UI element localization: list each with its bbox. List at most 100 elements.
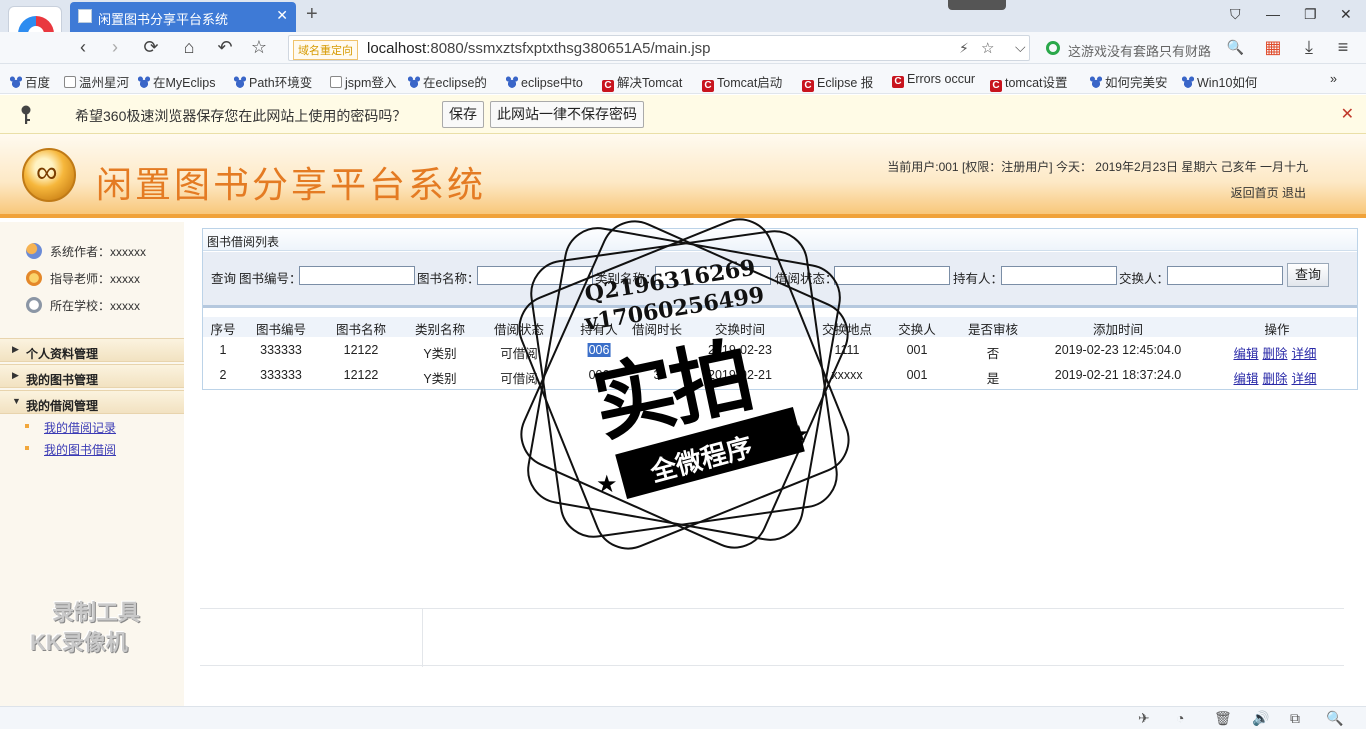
close-window-button[interactable]: ✕ — [1340, 6, 1352, 23]
edit-link[interactable]: 编辑 — [1233, 372, 1258, 386]
clock-icon — [26, 297, 42, 313]
bookmark-star-icon[interactable]: ☆ — [981, 39, 994, 57]
browser-tab[interactable]: 闲置图书分享平台系统 ✕ — [70, 2, 296, 32]
recorder-line-1: 录制工具 — [52, 600, 141, 625]
detail-link[interactable]: 详细 — [1292, 347, 1317, 361]
skin-icon[interactable]: ⛉ — [1230, 6, 1241, 23]
url-dropdown-icon[interactable]: ⌵ — [1015, 39, 1026, 56]
never-save-password-button[interactable]: 此网站一律不保存密码 — [490, 101, 644, 128]
table-cell-category: Y类别 — [423, 372, 457, 386]
group-label: 我的图书管理 — [26, 373, 99, 387]
book-code-label: 图书编号： — [239, 272, 302, 286]
tab-close-icon[interactable]: ✕ — [276, 7, 288, 24]
borrow-status-label: 借阅状态： — [775, 272, 838, 286]
bookmark-item[interactable]: Ctomcat设置 — [990, 72, 1068, 92]
search-box[interactable]: 这游戏没有套路只有财路 🔍 — [1040, 35, 1250, 61]
page-icon — [330, 76, 342, 88]
row-actions: 编辑 删除 详细 — [1233, 343, 1320, 362]
speed-icon[interactable]: ◔ — [1176, 710, 1184, 726]
bookmark-item[interactable]: C 解决Tomcat — [602, 72, 682, 92]
delete-link[interactable]: 删除 — [1262, 372, 1287, 386]
page-icon — [64, 76, 76, 88]
apps-grid-icon[interactable]: ▦ — [1262, 37, 1284, 58]
browser-tab-bar: 闲置图书分享平台系统 ✕ + ⛉ — ❐ ✕ — [0, 0, 1366, 60]
bookmark-item[interactable]: Win10如何 — [1182, 72, 1257, 91]
new-tab-button[interactable]: + — [306, 3, 318, 26]
search-icon[interactable]: 🔍 — [1227, 39, 1244, 56]
download-icon[interactable]: ⤓ — [1298, 37, 1320, 58]
sidebar-item-book-borrowing[interactable]: 我的图书借阅 — [24, 441, 116, 458]
bookmark-item[interactable]: 温州星河 — [64, 72, 129, 91]
category-input[interactable] — [655, 266, 771, 285]
url-input[interactable]: 域名重定向 localhost:8080/ssmxztsfxptxthsg380… — [288, 35, 1030, 61]
speed-mode-icon[interactable]: ⚡ — [959, 40, 969, 57]
sidebar-group-books[interactable]: ▶ 我的图书管理 — [0, 364, 184, 388]
bookmark-item[interactable]: 在eclipse的 — [408, 72, 487, 91]
borrow-status-input[interactable] — [834, 266, 950, 285]
bookmark-label: Errors occur — [907, 72, 976, 86]
paw-icon — [506, 76, 518, 88]
query-button[interactable]: 查询 — [1287, 263, 1329, 287]
volume-icon[interactable]: 🔊 — [1252, 710, 1269, 727]
redirect-badge[interactable]: 域名重定向 — [293, 40, 358, 60]
table-cell-time: 2019-02-23 — [708, 343, 772, 357]
window-icon[interactable]: ⧉ — [1290, 710, 1300, 727]
forward-icon[interactable]: › — [104, 37, 126, 58]
table-cell-no: 2 — [219, 368, 227, 382]
close-prompt-icon[interactable]: ✕ — [1341, 104, 1354, 124]
bookmark-item[interactable]: C Errors occur — [892, 72, 975, 88]
accelerate-icon[interactable]: ✈ — [1138, 710, 1150, 727]
bookmark-item[interactable]: eclipse中to — [506, 72, 583, 91]
bookmark-item[interactable]: 在MyEclips — [138, 72, 216, 91]
table-cell-place: xxxxx — [831, 368, 863, 382]
table-cell-status: 可借阅 — [500, 347, 538, 361]
book-name-input[interactable] — [477, 266, 593, 285]
book-code-input[interactable] — [299, 266, 415, 285]
group-label: 个人资料管理 — [26, 347, 99, 361]
menu-icon[interactable]: ≡ — [1332, 37, 1354, 58]
exchanger-input[interactable] — [1167, 266, 1283, 285]
address-bar-row: ‹ › ⟳ ⌂ ↶ ☆ 域名重定向 localhost:8080/ssmxzts… — [0, 32, 1366, 64]
table-cell-name: 12122 — [343, 343, 379, 357]
bookmark-item[interactable]: C Eclipse 报 — [802, 72, 873, 92]
sidebar-group-borrow[interactable]: ▼ 我的借阅管理 — [0, 390, 184, 414]
bookmark-label: Win10如何 — [1197, 76, 1258, 90]
table-row: 2 333333 12122 Y类别 可借阅 006 3 2019-02-21 xxxxx 001… — [203, 362, 1357, 387]
bookmark-item[interactable]: 如何完美安 — [1090, 72, 1168, 91]
logout-link[interactable]: 退出 — [1282, 186, 1306, 200]
save-password-button[interactable]: 保存 — [442, 101, 484, 128]
bookmark-label: 在eclipse的 — [423, 76, 487, 90]
bookmark-item[interactable]: Path环境变 — [234, 72, 312, 91]
undo-close-icon[interactable]: ↶ — [214, 37, 236, 58]
holder-input[interactable] — [1001, 266, 1117, 285]
bookmark-item[interactable]: jspm登入 — [330, 72, 396, 91]
paw-icon — [1090, 76, 1102, 88]
table-cell-place: 1111 — [834, 343, 860, 357]
edit-link[interactable]: 编辑 — [1233, 347, 1258, 361]
zoom-icon[interactable]: 🔍 — [1326, 710, 1343, 727]
home-link[interactable]: 返回首页 — [1231, 186, 1279, 200]
bookmark-item[interactable]: 百度 — [10, 72, 50, 91]
teacher-label: 指导老师：xxxxx — [50, 272, 141, 286]
reload-icon[interactable]: ⟳ — [140, 37, 162, 58]
url-text[interactable]: localhost:8080/ssmxztsfxptxthsg380651A5/… — [367, 40, 711, 57]
bookmark-item[interactable]: C Tomcat启动 — [702, 72, 782, 92]
sidebar-group-profile[interactable]: ▶ 个人资料管理 — [0, 338, 184, 362]
minimize-button[interactable]: — — [1266, 6, 1280, 22]
more-bookmarks-icon[interactable]: » — [1330, 72, 1337, 86]
home-icon[interactable]: ⌂ — [178, 37, 200, 58]
bookmark-label: Path环境变 — [249, 76, 313, 90]
author-label: 系统作者：xxxxxx — [50, 245, 147, 259]
detail-link[interactable]: 详细 — [1292, 372, 1317, 386]
maximize-button[interactable]: ❐ — [1304, 6, 1317, 23]
table-cell-added: 2019-02-21 18:37:24.0 — [1054, 368, 1182, 382]
back-icon[interactable]: ‹ — [72, 37, 94, 58]
favorite-star-icon[interactable]: ☆ — [248, 37, 270, 58]
trash-icon[interactable]: 🗑 — [1214, 710, 1232, 727]
search-suggestion[interactable]: 这游戏没有套路只有财路 — [1068, 41, 1218, 60]
delete-link[interactable]: 删除 — [1262, 347, 1287, 361]
table-cell-category: Y类别 — [423, 347, 457, 361]
table-cell-holder: 006 — [587, 343, 611, 357]
csdn-icon: C — [702, 80, 714, 92]
sidebar-item-borrow-records[interactable]: 我的借阅记录 — [24, 419, 116, 436]
